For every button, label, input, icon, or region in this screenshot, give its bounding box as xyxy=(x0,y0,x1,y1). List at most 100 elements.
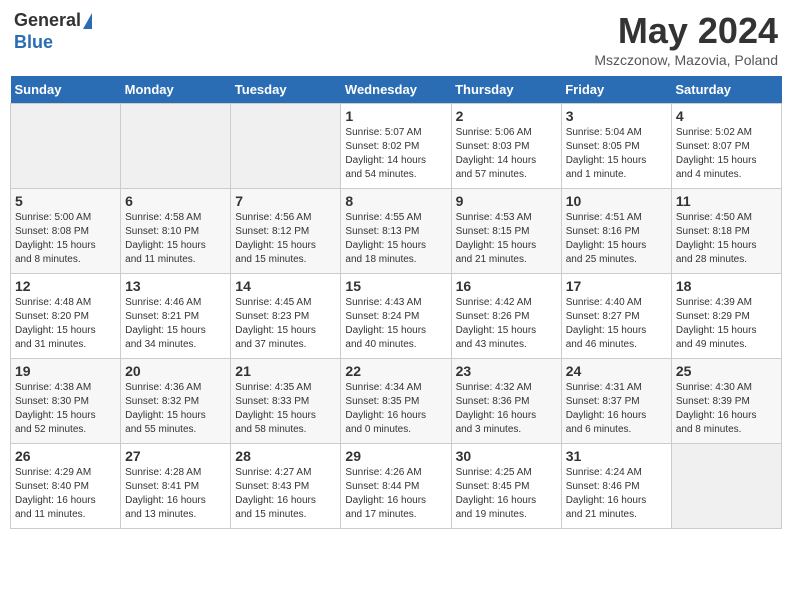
day-info: Sunrise: 4:42 AM Sunset: 8:26 PM Dayligh… xyxy=(456,296,557,352)
calendar-week-row: 1 Sunrise: 5:07 AM Sunset: 8:02 PM Daylig… xyxy=(11,104,782,189)
day-number: 19 xyxy=(15,363,116,379)
day-number: 1 xyxy=(345,108,446,124)
title-block: May 2024 Mszczonow, Mazovia, Poland xyxy=(594,10,778,68)
calendar-cell: 26 Sunrise: 4:29 AM Sunset: 8:40 PM Dayli… xyxy=(11,444,121,529)
day-number: 13 xyxy=(125,278,226,294)
calendar-cell: 15Sunrise: 4:43 AM Sunset: 8:24 PM Dayli… xyxy=(341,274,451,359)
calendar-cell: 11 Sunrise: 4:50 AM Sunset: 8:18 PM Dayli… xyxy=(671,189,781,274)
day-number: 22 xyxy=(345,363,446,379)
day-number: 21 xyxy=(235,363,336,379)
calendar-cell: 27Sunrise: 4:28 AM Sunset: 8:41 PM Dayli… xyxy=(121,444,231,529)
logo-blue-text: Blue xyxy=(14,32,53,54)
day-number: 23 xyxy=(456,363,557,379)
col-header-sunday: Sunday xyxy=(11,76,121,104)
calendar-table: SundayMondayTuesdayWednesdayThursdayFrid… xyxy=(10,76,782,529)
calendar-cell: 5Sunrise: 5:00 AM Sunset: 8:08 PM Daylig… xyxy=(11,189,121,274)
calendar-cell: 20 Sunrise: 4:36 AM Sunset: 8:32 PM Dayli… xyxy=(121,359,231,444)
calendar-cell xyxy=(121,104,231,189)
day-number: 25 xyxy=(676,363,777,379)
day-info: Sunrise: 4:39 AM Sunset: 8:29 PM Dayligh… xyxy=(676,296,777,352)
calendar-cell: 7 Sunrise: 4:56 AM Sunset: 8:12 PM Daylig… xyxy=(231,189,341,274)
day-info: Sunrise: 4:26 AM Sunset: 8:44 PM Dayligh… xyxy=(345,466,446,522)
calendar-title: May 2024 xyxy=(594,10,778,52)
day-info: Sunrise: 5:02 AM Sunset: 8:07 PM Dayligh… xyxy=(676,126,777,182)
day-number: 7 xyxy=(235,193,336,209)
page-header: General Blue May 2024 Mszczonow, Mazovia… xyxy=(10,10,782,68)
day-info: Sunrise: 5:07 AM Sunset: 8:02 PM Dayligh… xyxy=(345,126,446,182)
day-info: Sunrise: 4:38 AM Sunset: 8:30 PM Dayligh… xyxy=(15,381,116,437)
calendar-cell: 18 Sunrise: 4:39 AM Sunset: 8:29 PM Dayli… xyxy=(671,274,781,359)
day-info: Sunrise: 4:34 AM Sunset: 8:35 PM Dayligh… xyxy=(345,381,446,437)
calendar-cell: 19 Sunrise: 4:38 AM Sunset: 8:30 PM Dayli… xyxy=(11,359,121,444)
calendar-cell xyxy=(231,104,341,189)
day-info: Sunrise: 4:50 AM Sunset: 8:18 PM Dayligh… xyxy=(676,211,777,267)
day-info: Sunrise: 4:32 AM Sunset: 8:36 PM Dayligh… xyxy=(456,381,557,437)
day-info: Sunrise: 5:06 AM Sunset: 8:03 PM Dayligh… xyxy=(456,126,557,182)
day-info: Sunrise: 4:28 AM Sunset: 8:41 PM Dayligh… xyxy=(125,466,226,522)
day-number: 31 xyxy=(566,448,667,464)
calendar-cell: 22 Sunrise: 4:34 AM Sunset: 8:35 PM Dayli… xyxy=(341,359,451,444)
day-info: Sunrise: 4:56 AM Sunset: 8:12 PM Dayligh… xyxy=(235,211,336,267)
calendar-cell: 12Sunrise: 4:48 AM Sunset: 8:20 PM Dayli… xyxy=(11,274,121,359)
calendar-cell: 16 Sunrise: 4:42 AM Sunset: 8:26 PM Dayli… xyxy=(451,274,561,359)
day-info: Sunrise: 4:29 AM Sunset: 8:40 PM Dayligh… xyxy=(15,466,116,522)
calendar-cell: 2 Sunrise: 5:06 AM Sunset: 8:03 PM Daylig… xyxy=(451,104,561,189)
calendar-week-row: 26 Sunrise: 4:29 AM Sunset: 8:40 PM Dayli… xyxy=(11,444,782,529)
day-number: 5 xyxy=(15,193,116,209)
col-header-thursday: Thursday xyxy=(451,76,561,104)
calendar-cell: 1 Sunrise: 5:07 AM Sunset: 8:02 PM Daylig… xyxy=(341,104,451,189)
day-info: Sunrise: 4:53 AM Sunset: 8:15 PM Dayligh… xyxy=(456,211,557,267)
calendar-cell: 24Sunrise: 4:31 AM Sunset: 8:37 PM Dayli… xyxy=(561,359,671,444)
day-info: Sunrise: 4:24 AM Sunset: 8:46 PM Dayligh… xyxy=(566,466,667,522)
day-info: Sunrise: 5:04 AM Sunset: 8:05 PM Dayligh… xyxy=(566,126,667,182)
day-number: 2 xyxy=(456,108,557,124)
day-info: Sunrise: 4:40 AM Sunset: 8:27 PM Dayligh… xyxy=(566,296,667,352)
calendar-cell: 31 Sunrise: 4:24 AM Sunset: 8:46 PM Dayli… xyxy=(561,444,671,529)
calendar-cell: 10Sunrise: 4:51 AM Sunset: 8:16 PM Dayli… xyxy=(561,189,671,274)
day-number: 11 xyxy=(676,193,777,209)
day-number: 16 xyxy=(456,278,557,294)
calendar-cell: 13 Sunrise: 4:46 AM Sunset: 8:21 PM Dayli… xyxy=(121,274,231,359)
day-number: 26 xyxy=(15,448,116,464)
day-number: 8 xyxy=(345,193,446,209)
day-number: 30 xyxy=(456,448,557,464)
logo-text: General xyxy=(14,10,81,32)
calendar-cell: 9 Sunrise: 4:53 AM Sunset: 8:15 PM Daylig… xyxy=(451,189,561,274)
calendar-week-row: 5Sunrise: 5:00 AM Sunset: 8:08 PM Daylig… xyxy=(11,189,782,274)
logo-triangle-icon xyxy=(83,13,92,29)
day-info: Sunrise: 4:30 AM Sunset: 8:39 PM Dayligh… xyxy=(676,381,777,437)
day-number: 6 xyxy=(125,193,226,209)
day-info: Sunrise: 4:35 AM Sunset: 8:33 PM Dayligh… xyxy=(235,381,336,437)
day-number: 12 xyxy=(15,278,116,294)
calendar-cell: 29 Sunrise: 4:26 AM Sunset: 8:44 PM Dayli… xyxy=(341,444,451,529)
day-info: Sunrise: 4:27 AM Sunset: 8:43 PM Dayligh… xyxy=(235,466,336,522)
logo: General Blue xyxy=(14,10,92,53)
calendar-cell: 25 Sunrise: 4:30 AM Sunset: 8:39 PM Dayli… xyxy=(671,359,781,444)
calendar-cell: 14 Sunrise: 4:45 AM Sunset: 8:23 PM Dayli… xyxy=(231,274,341,359)
calendar-cell: 17Sunrise: 4:40 AM Sunset: 8:27 PM Dayli… xyxy=(561,274,671,359)
calendar-cell: 23 Sunrise: 4:32 AM Sunset: 8:36 PM Dayli… xyxy=(451,359,561,444)
col-header-friday: Friday xyxy=(561,76,671,104)
calendar-week-row: 19 Sunrise: 4:38 AM Sunset: 8:30 PM Dayli… xyxy=(11,359,782,444)
col-header-monday: Monday xyxy=(121,76,231,104)
col-header-wednesday: Wednesday xyxy=(341,76,451,104)
day-number: 28 xyxy=(235,448,336,464)
calendar-cell xyxy=(11,104,121,189)
day-number: 20 xyxy=(125,363,226,379)
day-info: Sunrise: 4:46 AM Sunset: 8:21 PM Dayligh… xyxy=(125,296,226,352)
day-info: Sunrise: 4:36 AM Sunset: 8:32 PM Dayligh… xyxy=(125,381,226,437)
calendar-cell: 3 Sunrise: 5:04 AM Sunset: 8:05 PM Daylig… xyxy=(561,104,671,189)
col-header-saturday: Saturday xyxy=(671,76,781,104)
day-info: Sunrise: 4:45 AM Sunset: 8:23 PM Dayligh… xyxy=(235,296,336,352)
calendar-week-row: 12Sunrise: 4:48 AM Sunset: 8:20 PM Dayli… xyxy=(11,274,782,359)
day-info: Sunrise: 4:25 AM Sunset: 8:45 PM Dayligh… xyxy=(456,466,557,522)
day-number: 24 xyxy=(566,363,667,379)
day-number: 9 xyxy=(456,193,557,209)
day-number: 3 xyxy=(566,108,667,124)
day-number: 15 xyxy=(345,278,446,294)
calendar-cell: 28 Sunrise: 4:27 AM Sunset: 8:43 PM Dayli… xyxy=(231,444,341,529)
day-number: 29 xyxy=(345,448,446,464)
day-number: 14 xyxy=(235,278,336,294)
calendar-cell xyxy=(671,444,781,529)
day-number: 18 xyxy=(676,278,777,294)
